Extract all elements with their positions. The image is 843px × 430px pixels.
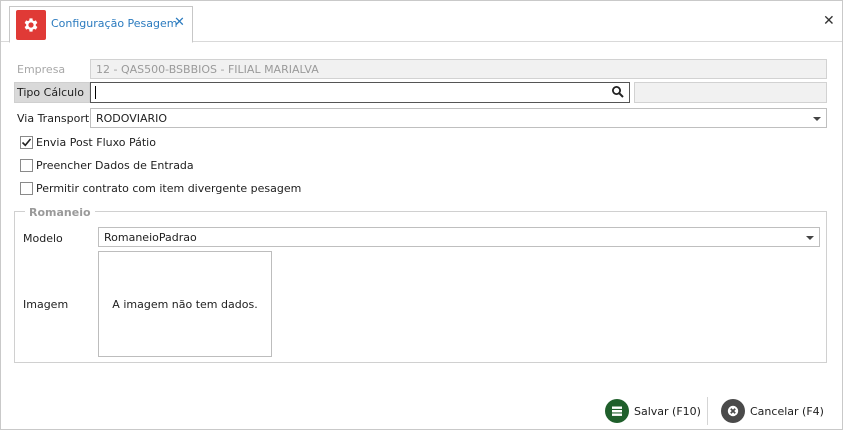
- gear-icon: [16, 10, 46, 40]
- cancel-label: Cancelar (F4): [750, 404, 824, 418]
- window-close-icon[interactable]: ✕: [823, 13, 835, 29]
- empresa-value: 12 - QAS500-BSBBIOS - FILIAL MARIALVA: [96, 63, 319, 76]
- via-transporte-select[interactable]: RODOVIARIO: [90, 108, 827, 128]
- tab-title: Configuração Pesagem: [51, 17, 178, 30]
- save-label: Salvar (F10): [634, 404, 701, 418]
- imagem-box[interactable]: A imagem não tem dados.: [98, 251, 272, 357]
- tab-configuracao-pesagem[interactable]: Configuração Pesagem ✕: [9, 6, 193, 43]
- cancel-button[interactable]: Cancelar (F4): [721, 397, 824, 425]
- permitir-contrato-checkbox[interactable]: [20, 182, 33, 195]
- dialog-window: Configuração Pesagem ✕ ✕ Empresa 12 - QA…: [0, 0, 843, 430]
- modelo-value: RomaneioPadrao: [104, 231, 197, 244]
- preencher-dados-checkbox[interactable]: [20, 159, 33, 172]
- romaneio-group-title: Romaneio: [25, 206, 95, 219]
- modelo-select[interactable]: RomaneioPadrao: [98, 227, 820, 247]
- tipo-calculo-input[interactable]: [90, 82, 630, 103]
- check-icon: [21, 138, 32, 147]
- preencher-dados-label: Preencher Dados de Entrada: [36, 159, 194, 172]
- tab-strip: Configuração Pesagem ✕ ✕: [1, 1, 842, 43]
- save-button[interactable]: Salvar (F10): [605, 397, 701, 425]
- tipo-calculo-label-box: Tipo Cálculo: [14, 82, 90, 103]
- permitir-contrato-label: Permitir contrato com item divergente pe…: [36, 182, 302, 195]
- footer-separator: [707, 397, 708, 425]
- via-transporte-label: Via Transporte: [17, 112, 96, 125]
- empresa-label: Empresa: [17, 63, 66, 76]
- tipo-calculo-description-field: [634, 82, 827, 103]
- envia-post-checkbox[interactable]: [20, 136, 33, 149]
- search-icon[interactable]: [611, 85, 625, 99]
- empresa-field: 12 - QAS500-BSBBIOS - FILIAL MARIALVA: [90, 59, 827, 79]
- save-icon: [605, 399, 629, 423]
- imagem-placeholder: A imagem não tem dados.: [112, 297, 258, 311]
- tab-close-icon[interactable]: ✕: [174, 15, 185, 30]
- modelo-label: Modelo: [23, 232, 63, 245]
- text-caret: [95, 86, 96, 99]
- via-transporte-value: RODOVIARIO: [96, 112, 168, 125]
- imagem-label: Imagem: [23, 298, 69, 311]
- tipo-calculo-label: Tipo Cálculo: [17, 86, 84, 99]
- chevron-down-icon: [813, 117, 821, 121]
- cancel-icon: [721, 399, 745, 423]
- chevron-down-icon: [806, 236, 814, 240]
- envia-post-label: Envia Post Fluxo Pátio: [36, 136, 156, 149]
